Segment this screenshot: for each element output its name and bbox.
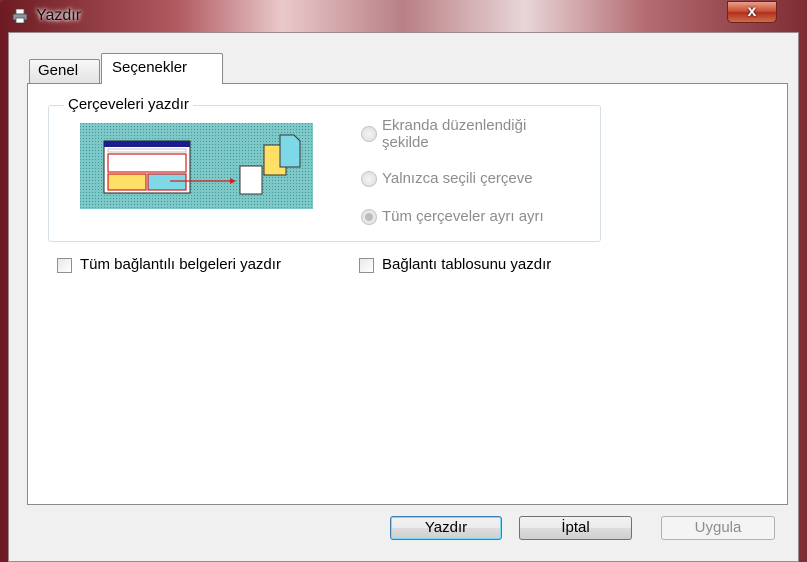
checkbox-print-link-table[interactable] [359, 258, 374, 273]
dialog-client-area: Genel Seçenekler Çerçeveleri yazdır Ekra… [8, 32, 799, 562]
print-dialog-window: Yazdır x Genel Seçenekler Çerçeveleri ya… [0, 0, 807, 562]
tab-genel[interactable]: Genel [29, 59, 100, 83]
cancel-button[interactable]: İptal [519, 516, 632, 540]
close-button[interactable]: x [727, 1, 777, 23]
radio-as-laid-out[interactable] [361, 126, 377, 142]
apply-button[interactable]: Uygula [661, 516, 775, 540]
printer-icon [12, 9, 28, 23]
radio-as-laid-out-label: Ekranda düzenlendiği şekilde [382, 117, 527, 151]
frames-group-label: Çerçeveleri yazdır [64, 96, 193, 113]
print-button[interactable]: Yazdır [390, 516, 502, 540]
title-bar[interactable]: Yazdır x [0, 0, 807, 32]
checkbox-print-linked-docs[interactable] [57, 258, 72, 273]
radio-selected-frame-label: Yalnızca seçili çerçeve [382, 170, 533, 187]
window-title: Yazdır [36, 7, 82, 24]
radio-all-frames-separately-label: Tüm çerçeveler ayrı ayrı [382, 208, 544, 225]
radio-all-frames-separately[interactable] [361, 209, 377, 225]
checkbox-print-linked-docs-label: Tüm bağlantılı belgeleri yazdır [80, 256, 281, 273]
radio-selected-frame[interactable] [361, 171, 377, 187]
frames-illustration [80, 123, 313, 209]
checkbox-print-link-table-label: Bağlantı tablosunu yazdır [382, 256, 552, 273]
close-icon: x [747, 3, 757, 20]
tab-secenekler[interactable]: Seçenekler [101, 53, 223, 84]
